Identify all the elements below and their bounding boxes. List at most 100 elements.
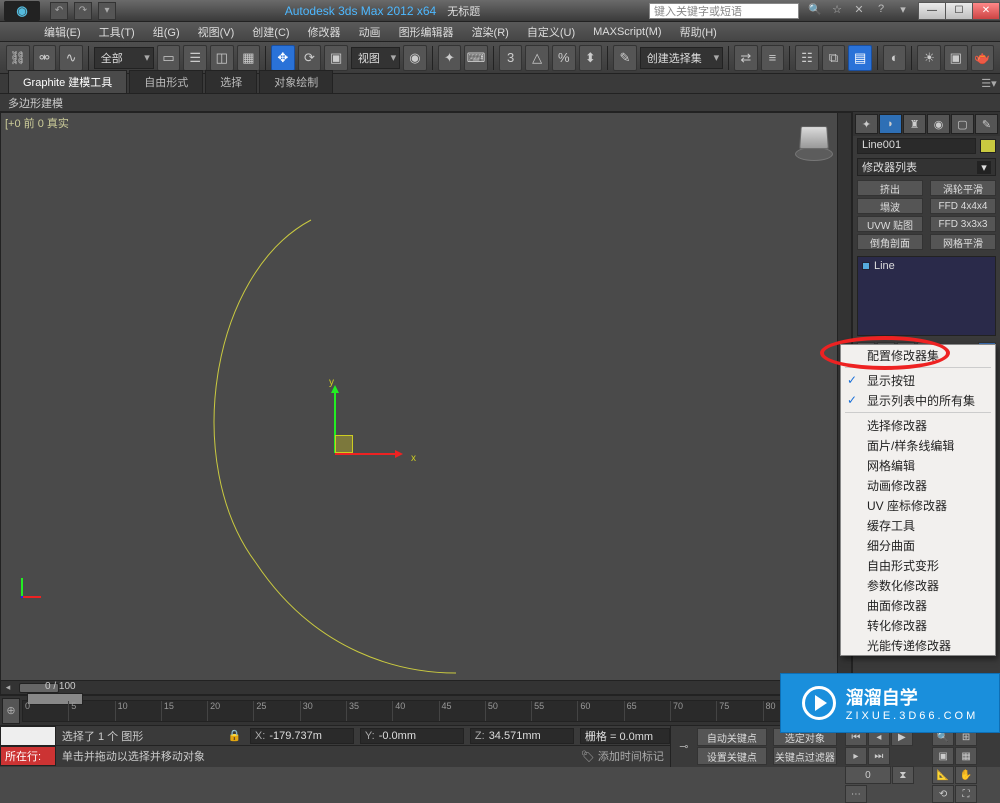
menu-grapheditors[interactable]: 图形编辑器 bbox=[391, 22, 462, 42]
modifier-list-dropdown[interactable]: 修改器列表▾ bbox=[857, 158, 996, 176]
orbit-icon[interactable]: ⟲ bbox=[932, 785, 954, 803]
current-frame-input[interactable]: 0 bbox=[845, 766, 891, 784]
infocenter-subscription-icon[interactable]: ☆ bbox=[829, 3, 845, 19]
menu-animation[interactable]: 动画 bbox=[351, 22, 389, 42]
mod-btn-turbosmooth[interactable]: 涡轮平滑 bbox=[930, 180, 996, 196]
ribbon-tab-freeform[interactable]: 自由形式 bbox=[129, 70, 203, 93]
tab-display-icon[interactable]: ▢ bbox=[951, 114, 974, 134]
object-name-input[interactable]: Line001 bbox=[857, 138, 976, 154]
menu-rendering[interactable]: 渲染(R) bbox=[464, 22, 517, 42]
zoom-extents-all-icon[interactable]: ▦ bbox=[955, 747, 977, 765]
goto-end-icon[interactable]: ⏭ bbox=[868, 747, 890, 765]
menu-views[interactable]: 视图(V) bbox=[190, 22, 243, 42]
select-name-icon[interactable]: ☰ bbox=[183, 45, 207, 71]
key-filters-button[interactable]: 关键点过滤器 bbox=[773, 747, 837, 765]
tab-hierarchy-icon[interactable]: ♜ bbox=[903, 114, 926, 134]
stack-item-line[interactable]: Line bbox=[860, 259, 993, 273]
keymode-icon[interactable]: ⌨ bbox=[464, 45, 488, 71]
infocenter-dropdown-icon[interactable]: ▾ bbox=[895, 3, 911, 19]
selection-filter-combo[interactable]: 全部 bbox=[94, 47, 154, 69]
key-mode-icon[interactable]: ⊸ bbox=[675, 740, 693, 753]
ctx-item-4[interactable]: 面片/样条线编辑 bbox=[841, 435, 995, 455]
menu-help[interactable]: 帮助(H) bbox=[672, 22, 725, 42]
window-close-button[interactable]: ✕ bbox=[972, 2, 1000, 20]
menu-group[interactable]: 组(G) bbox=[145, 22, 188, 42]
material-editor-icon[interactable]: ◐ bbox=[883, 45, 907, 71]
ribbon-panel-label[interactable]: 多边形建模 bbox=[8, 95, 63, 111]
ctx-item-0[interactable]: 配置修改器集 bbox=[841, 345, 995, 365]
named-sel-combo[interactable]: 创建选择集 bbox=[640, 47, 723, 69]
qat-redo-icon[interactable]: ↷ bbox=[74, 2, 92, 20]
app-icon[interactable]: ◉ bbox=[4, 1, 40, 21]
qat-dropdown-icon[interactable]: ▾ bbox=[98, 2, 116, 20]
layers-icon[interactable]: ☷ bbox=[795, 45, 819, 71]
viewport-scrollbar-h[interactable]: ◂ 0 / 100 ▸ bbox=[1, 680, 851, 694]
next-frame-icon[interactable]: ▸ bbox=[845, 747, 867, 765]
infocenter-search-icon[interactable]: 🔍 bbox=[807, 3, 823, 19]
pivot-center-icon[interactable]: ◉ bbox=[403, 45, 427, 71]
ctx-item-9[interactable]: 细分曲面 bbox=[841, 535, 995, 555]
snap-toggle-3-icon[interactable]: 3 bbox=[499, 45, 523, 71]
scroll-left-icon[interactable]: ◂ bbox=[1, 682, 15, 694]
mod-btn-meshsmooth[interactable]: 网格平滑 bbox=[930, 234, 996, 250]
help-search-input[interactable]: 键入关键字或短语 bbox=[649, 3, 799, 19]
menu-customize[interactable]: 自定义(U) bbox=[519, 22, 583, 42]
menu-maxscript[interactable]: MAXScript(M) bbox=[585, 24, 669, 40]
edit-named-sel-icon[interactable]: ✎ bbox=[613, 45, 637, 71]
ctx-item-11[interactable]: 参数化修改器 bbox=[841, 575, 995, 595]
ribbon-tab-graphite[interactable]: Graphite 建模工具 bbox=[8, 70, 127, 93]
align-icon[interactable]: ≡ bbox=[761, 45, 785, 71]
ctx-item-6[interactable]: 动画修改器 bbox=[841, 475, 995, 495]
rendered-frame-icon[interactable]: ▣ bbox=[944, 45, 968, 71]
selection-lock-icon[interactable]: 🔒 bbox=[228, 729, 244, 742]
ribbon-tab-objpaint[interactable]: 对象绘制 bbox=[259, 70, 333, 93]
pan-icon[interactable]: ✋ bbox=[955, 766, 977, 784]
percent-snap-icon[interactable]: % bbox=[552, 45, 576, 71]
ctx-item-12[interactable]: 曲面修改器 bbox=[841, 595, 995, 615]
ctx-item-7[interactable]: UV 座标修改器 bbox=[841, 495, 995, 515]
tab-utilities-icon[interactable]: ✎ bbox=[975, 114, 998, 134]
ctx-item-14[interactable]: 光能传递修改器 bbox=[841, 635, 995, 655]
time-config-icon[interactable]: ⧗ bbox=[892, 766, 914, 784]
window-crossing-icon[interactable]: ▦ bbox=[237, 45, 261, 71]
select-region-icon[interactable]: ◫ bbox=[210, 45, 234, 71]
object-color-swatch[interactable] bbox=[980, 139, 996, 153]
mod-btn-collapse[interactable]: 塌波 bbox=[857, 198, 923, 214]
angle-snap-icon[interactable]: △ bbox=[525, 45, 549, 71]
schematic-view-icon[interactable]: ▤ bbox=[848, 45, 872, 71]
stack-toggle-icon[interactable] bbox=[862, 262, 870, 270]
mod-btn-uvwmap[interactable]: UVW 贴图 bbox=[857, 216, 923, 232]
tab-modify-icon[interactable]: ◗ bbox=[879, 114, 902, 134]
select-scale-icon[interactable]: ▣ bbox=[324, 45, 348, 71]
coord-z-input[interactable]: Z:34.571mm bbox=[470, 728, 574, 744]
time-tag-button[interactable]: 🏷 添加时间标记 bbox=[581, 748, 664, 764]
qat-undo-icon[interactable]: ↶ bbox=[50, 2, 68, 20]
coord-x-input[interactable]: X:-179.737m bbox=[250, 728, 354, 744]
infocenter-exchange-icon[interactable]: ✕ bbox=[851, 3, 867, 19]
set-key-icon[interactable]: ⊕ bbox=[2, 698, 20, 724]
fov-icon[interactable]: 📐 bbox=[932, 766, 954, 784]
mini-listener-bottom[interactable]: 所在行: bbox=[0, 746, 56, 766]
link-icon[interactable]: ⛓ bbox=[6, 45, 30, 71]
mod-btn-ffd4[interactable]: FFD 4x4x4 bbox=[930, 198, 996, 214]
tab-create-icon[interactable]: ✦ bbox=[855, 114, 878, 134]
mod-btn-extrude[interactable]: 挤出 bbox=[857, 180, 923, 196]
ctx-item-2[interactable]: ✓显示列表中的所有集 bbox=[841, 390, 995, 410]
ctx-item-5[interactable]: 网格编辑 bbox=[841, 455, 995, 475]
ribbon-minimize-icon[interactable]: ☰▾ bbox=[978, 77, 1000, 93]
spinner-snap-icon[interactable]: ⬍ bbox=[579, 45, 603, 71]
refcoord-combo[interactable]: 视图 bbox=[351, 47, 400, 69]
key-step-icon[interactable]: ⋯ bbox=[845, 785, 867, 803]
menu-modifiers[interactable]: 修改器 bbox=[300, 22, 349, 42]
mirror-icon[interactable]: ⇄ bbox=[734, 45, 758, 71]
tab-motion-icon[interactable]: ◉ bbox=[927, 114, 950, 134]
ctx-item-3[interactable]: 选择修改器 bbox=[841, 415, 995, 435]
infocenter-help-icon[interactable]: ? bbox=[873, 3, 889, 19]
ctx-item-1[interactable]: ✓显示按钮 bbox=[841, 370, 995, 390]
unlink-icon[interactable]: ⚮ bbox=[33, 45, 57, 71]
select-move-icon[interactable]: ✥ bbox=[271, 45, 295, 71]
mod-btn-ffd3[interactable]: FFD 3x3x3 bbox=[930, 216, 996, 232]
render-setup-icon[interactable]: ☀ bbox=[917, 45, 941, 71]
menu-tools[interactable]: 工具(T) bbox=[91, 22, 143, 42]
zoom-extents-icon[interactable]: ▣ bbox=[932, 747, 954, 765]
